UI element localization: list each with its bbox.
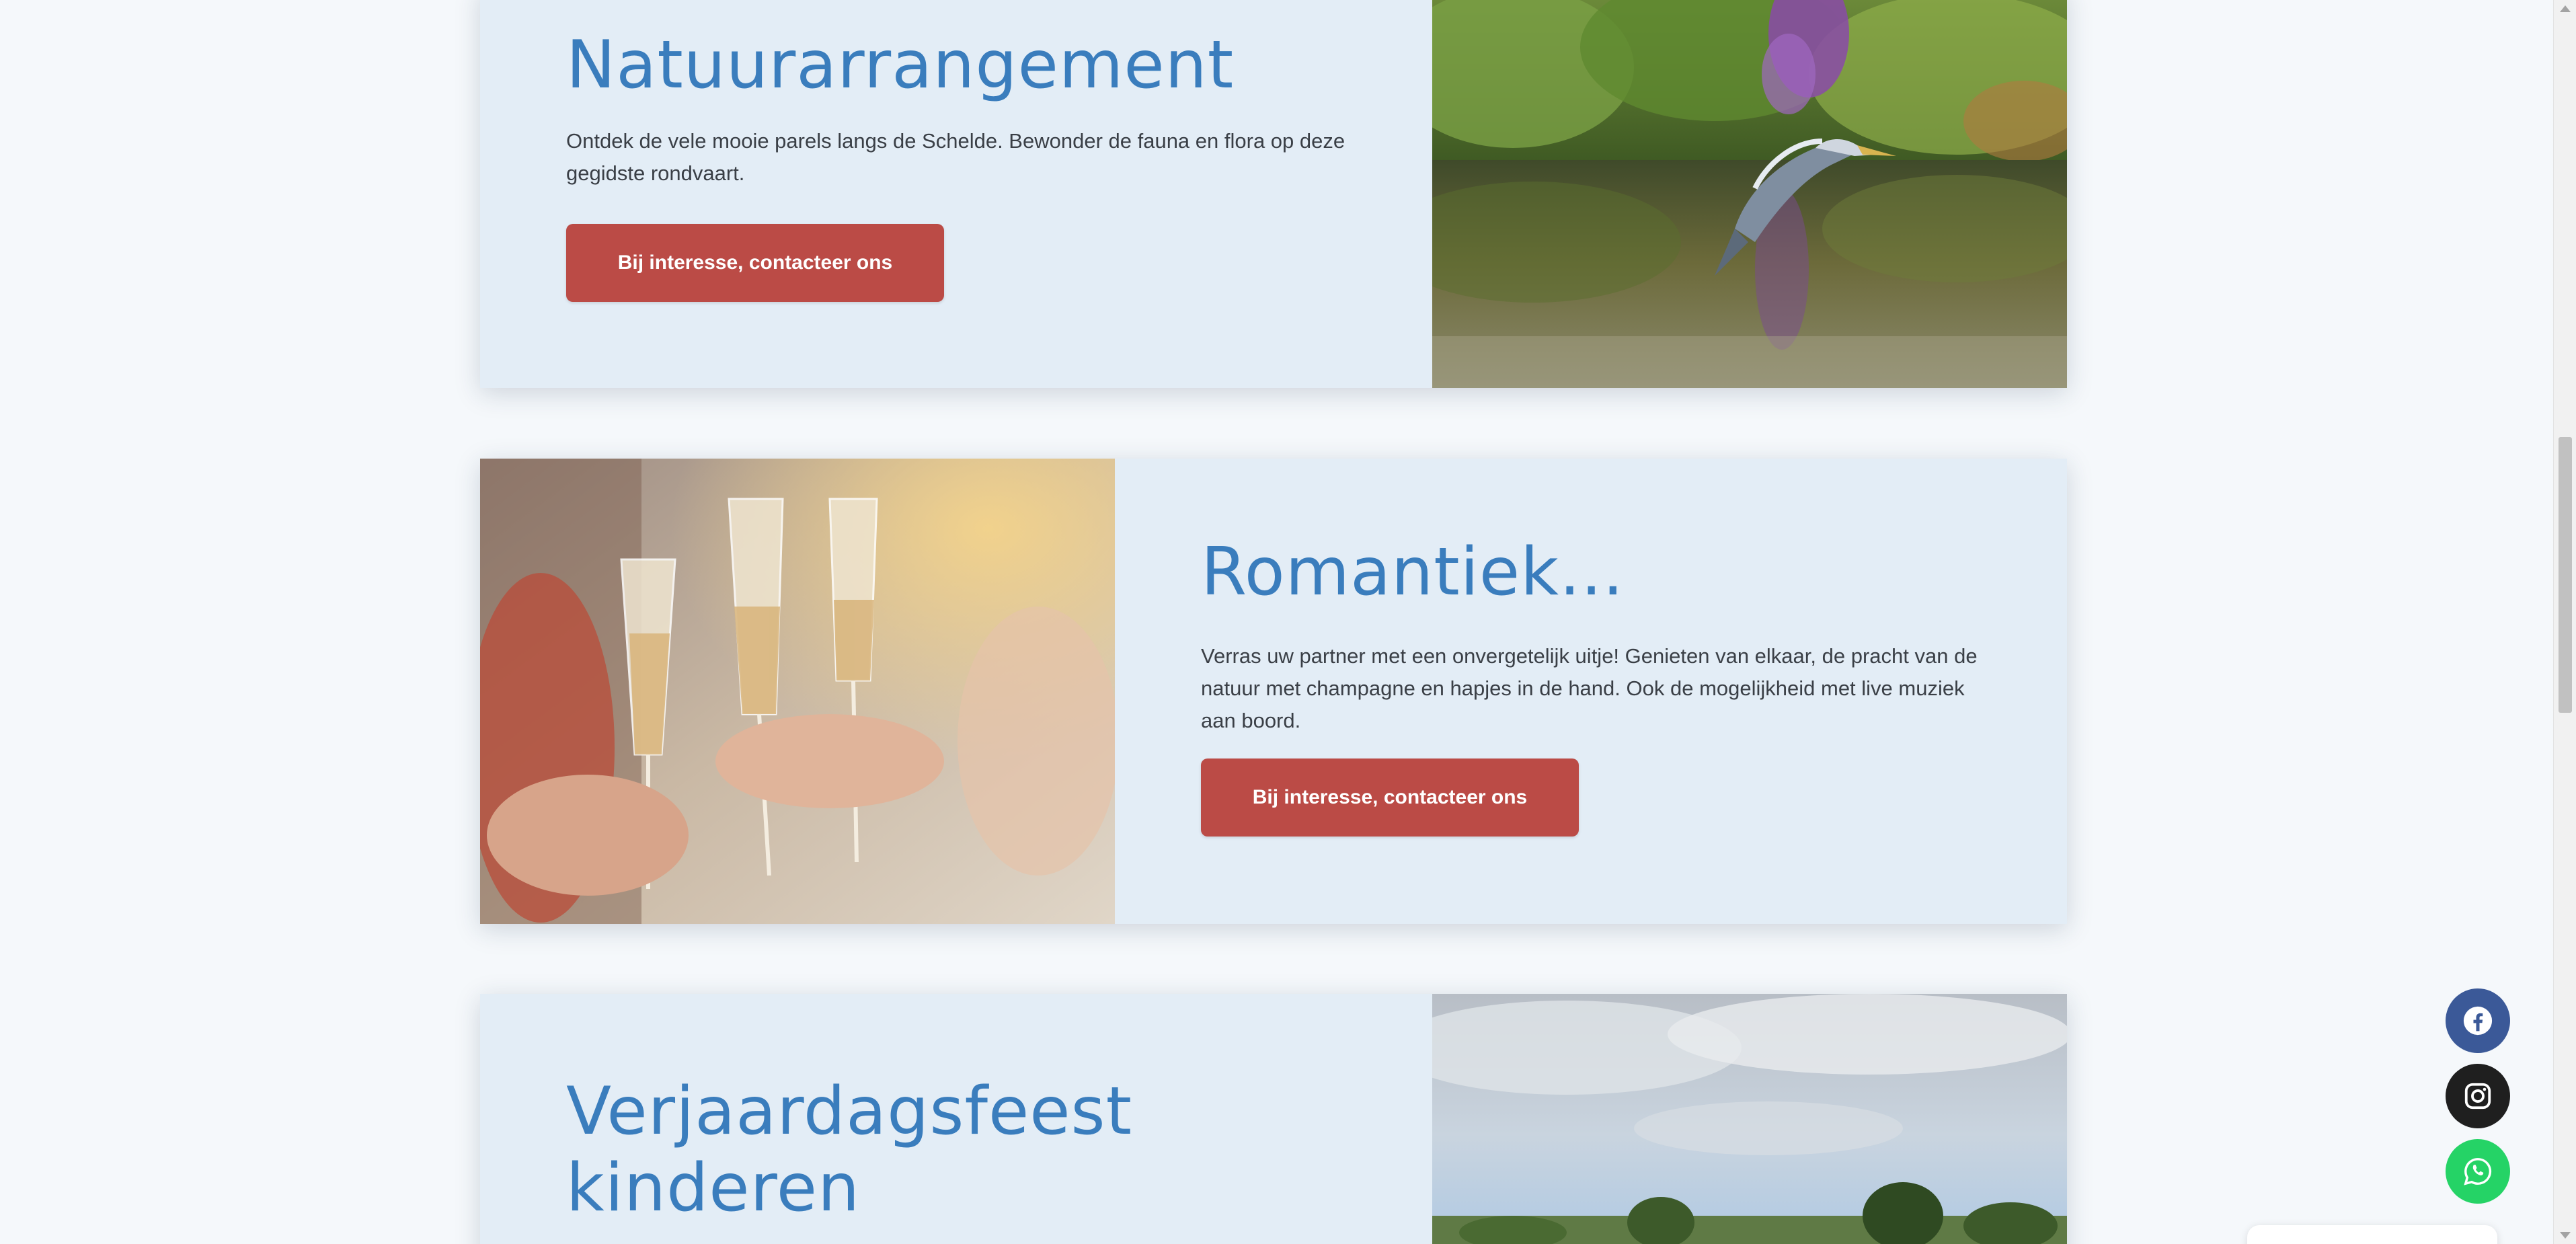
vertical-scrollbar[interactable] xyxy=(2553,0,2576,1244)
instagram-button[interactable] xyxy=(2446,1064,2510,1128)
scroll-down-icon[interactable] xyxy=(2560,1232,2571,1239)
card-description: Ontdek de vele mooie parels langs de Sch… xyxy=(566,129,1345,185)
card-title: Natuurarrangement xyxy=(566,27,1235,104)
card-title: Verjaardagsfeest kinderen xyxy=(566,1073,1132,1227)
card-verjaardagsfeest-kinderen: Verjaardagsfeest kinderen xyxy=(480,994,2067,1244)
whatsapp-icon xyxy=(2464,1158,2492,1185)
card-title: Romantiek... xyxy=(1201,534,1625,611)
card-description: Verras uw partner met een onvergetelijk … xyxy=(1201,644,1978,732)
champagne-photo-illustration xyxy=(480,459,1115,924)
card-title-line1: Verjaardagsfeest xyxy=(566,1073,1133,1150)
card-natuurarrangement: Natuurarrangement Ontdek de vele mooie p… xyxy=(480,0,2067,388)
heron-photo-illustration xyxy=(1432,0,2067,388)
card-text-panel: Romantiek... Verras uw partner met een o… xyxy=(1201,459,2008,924)
champagne-toast-photo xyxy=(480,459,1115,924)
scroll-up-icon[interactable] xyxy=(2560,5,2571,12)
card-romantiek: Romantiek... Verras uw partner met een o… xyxy=(480,459,2067,924)
contact-button[interactable]: Bij interesse, contacteer ons xyxy=(566,224,944,302)
chat-widget-bubble[interactable] xyxy=(2247,1225,2497,1244)
whatsapp-button[interactable] xyxy=(2446,1139,2510,1204)
card-text-panel: Verjaardagsfeest kinderen xyxy=(566,994,1373,1244)
river-landscape-photo xyxy=(1432,994,2067,1244)
instagram-icon xyxy=(2464,1083,2491,1110)
page: Natuurarrangement Ontdek de vele mooie p… xyxy=(0,0,2576,1244)
card-text-panel: Natuurarrangement Ontdek de vele mooie p… xyxy=(566,0,1373,388)
facebook-icon xyxy=(2463,1006,2493,1036)
contact-button[interactable]: Bij interesse, contacteer ons xyxy=(1201,759,1579,837)
card-title-line2: kinderen xyxy=(566,1150,861,1227)
facebook-button[interactable] xyxy=(2446,988,2510,1053)
river-photo-illustration xyxy=(1432,994,2067,1244)
scrollbar-thumb[interactable] xyxy=(2559,437,2572,713)
heron-over-water-photo xyxy=(1432,0,2067,388)
